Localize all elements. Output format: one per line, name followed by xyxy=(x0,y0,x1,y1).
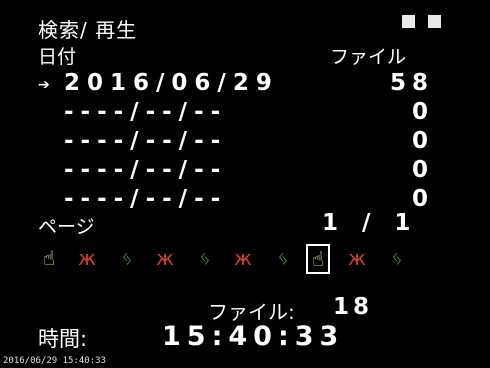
time-value: 15:40:33 xyxy=(162,321,345,352)
row-file-count: 0 xyxy=(411,99,434,125)
figure-icon[interactable]: ᛃ xyxy=(114,243,140,273)
date-list: ➔ 2016/06/29 58 ----/--/-- 0 ----/--/-- … xyxy=(38,70,438,215)
thumbnail-strip: ☝ ж ᛃ ж ᛃ ж ᛃ ☝ ж ᛃ xyxy=(36,243,416,277)
arrow-cursor-icon: ➔ xyxy=(38,77,50,93)
row-date: ----/--/-- xyxy=(64,186,228,212)
date-row[interactable]: ----/--/-- 0 xyxy=(38,128,438,157)
date-column-header: 日付 xyxy=(38,46,77,68)
file-value: 18 xyxy=(333,294,374,320)
time-label: 時間: xyxy=(38,327,88,351)
figure-icon[interactable]: ᛃ xyxy=(270,243,296,273)
row-file-count: 58 xyxy=(389,70,434,96)
hand-pointer-icon[interactable]: ☝ xyxy=(36,243,62,273)
hand-pointer-icon[interactable]: ☝ xyxy=(306,244,330,274)
butterfly-icon[interactable]: ж xyxy=(230,243,256,273)
row-date: ----/--/-- xyxy=(64,99,228,125)
page-indicator: 1 / 1 xyxy=(322,210,419,236)
figure-icon[interactable]: ᛃ xyxy=(384,243,410,273)
file-column-header: ファイル xyxy=(330,46,407,68)
butterfly-icon[interactable]: ж xyxy=(152,243,178,273)
window-square-button-1[interactable] xyxy=(402,15,415,28)
butterfly-icon[interactable]: ж xyxy=(344,243,370,273)
screen-title: 検索/ 再生 xyxy=(38,18,138,42)
row-date: ----/--/-- xyxy=(64,157,228,183)
date-row[interactable]: ----/--/-- 0 xyxy=(38,157,438,186)
timestamp-overlay: 2016/06/29 15:40:33 xyxy=(3,356,106,366)
row-file-count: 0 xyxy=(411,157,434,183)
figure-icon[interactable]: ᛃ xyxy=(192,243,218,273)
date-row[interactable]: ➔ 2016/06/29 58 xyxy=(38,70,438,99)
butterfly-icon[interactable]: ж xyxy=(74,243,100,273)
row-file-count: 0 xyxy=(411,128,434,154)
page-label: ページ xyxy=(38,216,95,238)
window-square-button-2[interactable] xyxy=(428,15,441,28)
row-file-count: 0 xyxy=(411,186,434,212)
date-row[interactable]: ----/--/-- 0 xyxy=(38,99,438,128)
row-date: 2016/06/29 xyxy=(64,70,279,96)
row-date: ----/--/-- xyxy=(64,128,228,154)
